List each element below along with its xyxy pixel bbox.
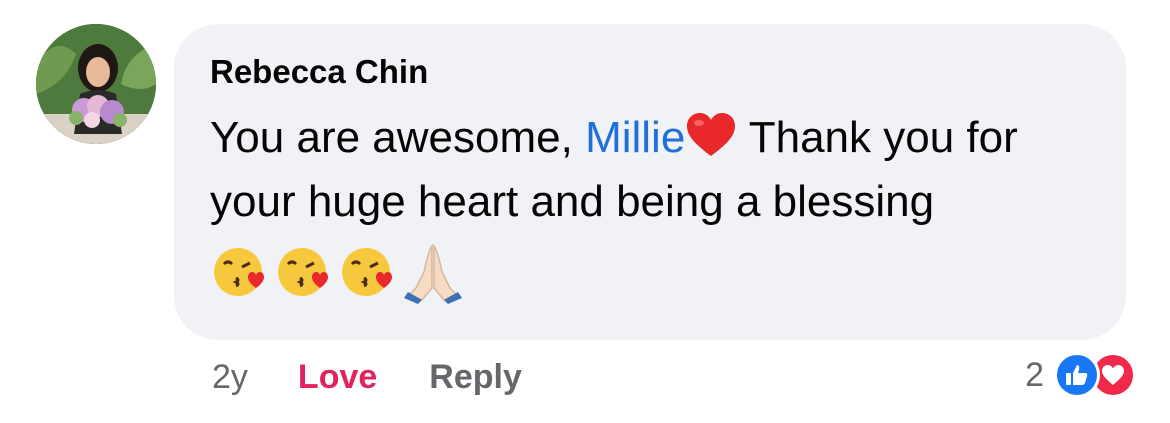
reaction-count: 2: [1025, 355, 1044, 394]
comment-actions: 2y Love Reply: [212, 352, 522, 402]
comment-text-start: You are awesome,: [210, 113, 586, 162]
love-button[interactable]: Love: [298, 358, 377, 397]
emoji-row: [210, 242, 1090, 304]
kissing-face-icon: [210, 244, 268, 302]
folded-hands-icon: [402, 242, 464, 304]
comment-text: You are awesome, Millie Thank you for yo…: [210, 106, 1090, 234]
red-heart-icon: [685, 112, 737, 158]
timestamp[interactable]: 2y: [212, 358, 248, 397]
reply-button[interactable]: Reply: [429, 358, 522, 397]
mention-link[interactable]: Millie: [585, 113, 685, 162]
reaction-summary[interactable]: 2: [1025, 350, 1136, 400]
comment-bubble: Rebecca Chin You are awesome, Millie Tha…: [174, 24, 1126, 340]
kissing-face-icon: [274, 244, 332, 302]
author-name[interactable]: Rebecca Chin: [210, 52, 428, 92]
thumbs-up-icon: [1054, 352, 1100, 398]
comment: Rebecca Chin You are awesome, Millie Tha…: [0, 0, 1170, 423]
kissing-face-icon: [338, 244, 396, 302]
avatar[interactable]: [36, 24, 156, 144]
